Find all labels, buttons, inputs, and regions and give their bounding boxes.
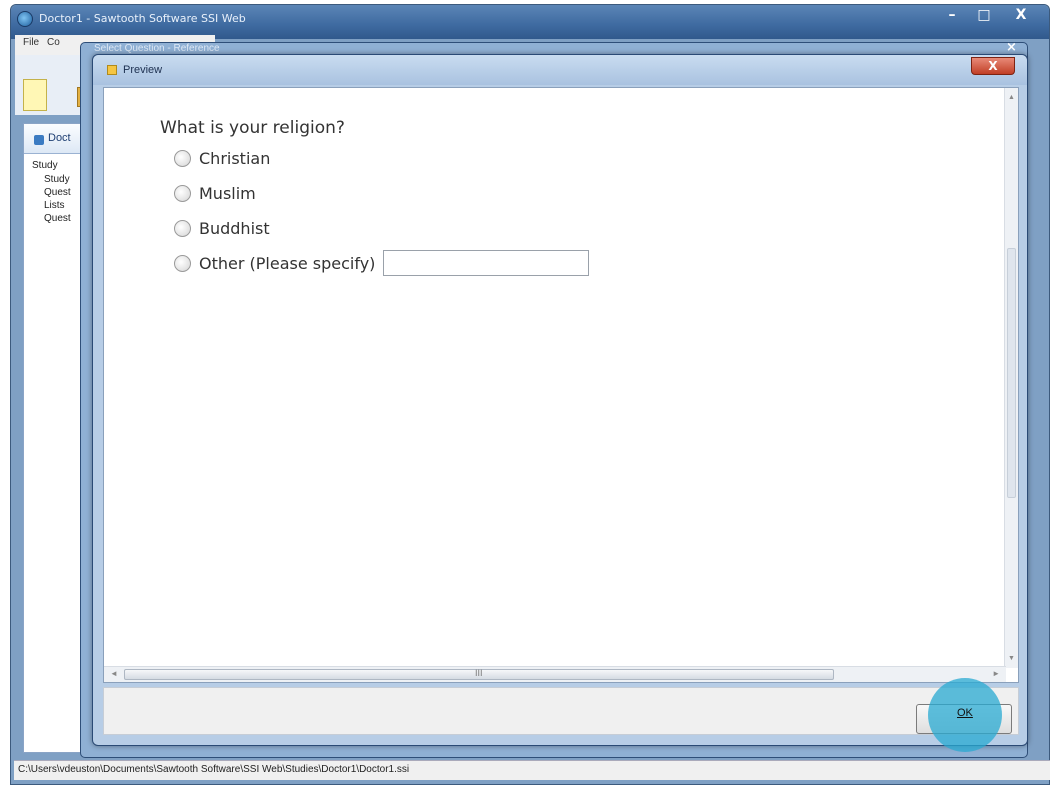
radio-button[interactable] [174, 149, 191, 167]
radio-button[interactable] [174, 254, 191, 272]
scroll-right-arrow-icon[interactable]: ► [992, 669, 1000, 678]
horizontal-scroll-thumb[interactable]: III [124, 668, 834, 680]
other-specify-input[interactable] [383, 250, 590, 276]
option-label[interactable]: Buddhist [199, 219, 270, 238]
radio-button[interactable] [174, 219, 191, 237]
option-buddhist[interactable]: Buddhist [174, 216, 270, 240]
tree-item-lists[interactable]: Lists [44, 200, 65, 211]
preview-close-button[interactable]: X [971, 57, 1015, 75]
new-file-icon[interactable] [23, 79, 47, 111]
option-label[interactable]: Muslim [199, 184, 256, 203]
horizontal-scrollbar[interactable]: ◄ III ► [104, 666, 1006, 682]
document-icon [34, 135, 44, 145]
app-title: Doctor1 - Sawtooth Software SSI Web [39, 12, 246, 25]
preview-content: What is your religion? Christian Muslim … [103, 87, 1019, 683]
tree-item-questions[interactable]: Quest [44, 187, 71, 198]
scroll-grip-icon: III [475, 668, 483, 678]
radio-button[interactable] [174, 184, 191, 202]
question-text: What is your religion? [160, 118, 345, 138]
scroll-left-arrow-icon[interactable]: ◄ [110, 669, 118, 678]
background-dialog-close-button[interactable]: × [1006, 40, 1017, 55]
app-titlebar[interactable]: Doctor1 - Sawtooth Software SSI Web – □ … [11, 5, 1049, 39]
ok-button-label[interactable]: OK [957, 707, 973, 719]
preview-dialog: Preview X What is your religion? Christi… [92, 54, 1028, 746]
menu-compose[interactable]: Co [47, 37, 60, 48]
minimize-button[interactable]: – [937, 5, 967, 27]
tree-item-study[interactable]: Study [32, 160, 58, 171]
status-bar: C:\Users\vdeuston\Documents\Sawtooth Sof… [14, 760, 1050, 780]
menu-file[interactable]: File [23, 37, 39, 48]
option-other[interactable]: Other (Please specify) [174, 250, 590, 276]
option-label[interactable]: Christian [199, 149, 270, 168]
tree-item-questionnaire[interactable]: Quest [44, 213, 71, 224]
vertical-scrollbar[interactable]: ▲ ▼ [1004, 88, 1018, 668]
tree-header-label: Doct [48, 132, 71, 144]
background-dialog-title: Select Question - Reference [94, 43, 220, 54]
tree-item-study-settings[interactable]: Study [44, 174, 70, 185]
preview-title: Preview [123, 64, 163, 76]
preview-titlebar[interactable]: Preview X [93, 55, 1027, 85]
dialog-button-area [103, 687, 1019, 735]
maximize-button[interactable]: □ [969, 5, 999, 27]
option-christian[interactable]: Christian [174, 146, 270, 170]
vertical-scroll-thumb[interactable] [1007, 248, 1016, 498]
status-file-path: C:\Users\vdeuston\Documents\Sawtooth Sof… [18, 764, 410, 775]
preview-icon [107, 65, 117, 75]
option-muslim[interactable]: Muslim [174, 181, 256, 205]
scroll-up-arrow-icon[interactable]: ▲ [1008, 94, 1015, 101]
scroll-down-arrow-icon[interactable]: ▼ [1008, 655, 1015, 662]
option-label[interactable]: Other (Please specify) [199, 254, 375, 273]
app-logo-icon [17, 11, 33, 27]
close-button[interactable]: X [1001, 5, 1041, 27]
